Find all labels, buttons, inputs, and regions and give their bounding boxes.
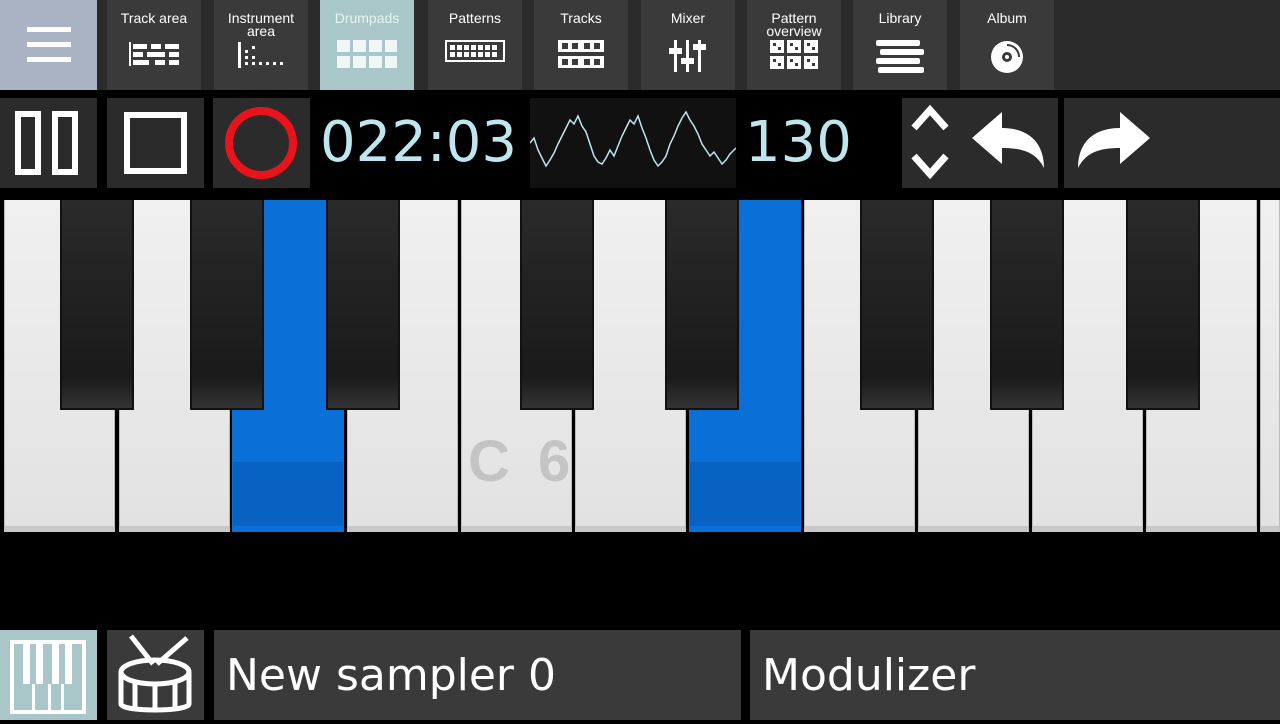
redo-button[interactable]	[1064, 98, 1164, 188]
effect-selector[interactable]: Modulizer	[750, 630, 1280, 720]
tab-label: Pattern overview	[747, 10, 841, 39]
piano-mode-button[interactable]	[0, 630, 97, 720]
black-key[interactable]	[520, 200, 594, 410]
undo-button[interactable]	[958, 98, 1058, 188]
tab-label: Drumpads	[334, 10, 400, 26]
undo-icon	[972, 112, 1044, 168]
tab-drumpads[interactable]: Drumpads	[320, 0, 414, 90]
tab-mixer[interactable]: Mixer	[641, 0, 735, 90]
black-key-active[interactable]	[740, 200, 800, 410]
instrument-selector[interactable]: New sampler 0	[214, 630, 741, 720]
drumpads-icon	[337, 40, 397, 68]
tracks-icon	[558, 40, 604, 68]
instrument-name: New sampler 0	[226, 650, 556, 701]
drum-mode-button[interactable]	[107, 630, 204, 720]
effect-name: Modulizer	[762, 650, 976, 701]
tab-label: Patterns	[448, 10, 502, 26]
black-key[interactable]	[860, 200, 934, 410]
bpm-display[interactable]: 130	[745, 108, 852, 178]
tab-patterns[interactable]: Patterns	[428, 0, 522, 90]
black-key[interactable]	[60, 200, 134, 410]
patterns-icon	[445, 40, 505, 62]
tab-label: Mixer	[670, 10, 706, 26]
tab-track-area[interactable]: Track area	[107, 0, 201, 90]
black-key[interactable]	[990, 200, 1064, 410]
black-key[interactable]	[190, 200, 264, 410]
pause-button[interactable]	[0, 98, 97, 188]
redo-icon	[1078, 112, 1150, 168]
record-icon	[225, 107, 297, 179]
tab-label: Album	[987, 10, 1027, 26]
mixer-icon	[669, 40, 706, 72]
album-icon	[991, 41, 1023, 73]
tab-label-text: Instrument area	[227, 10, 295, 39]
black-key-active[interactable]	[265, 200, 325, 410]
instrument-area-icon	[238, 42, 283, 68]
black-key[interactable]	[1126, 200, 1200, 410]
bpm-stepper[interactable]	[902, 98, 958, 188]
library-icon	[876, 40, 924, 73]
black-key[interactable]	[326, 200, 400, 410]
transport-spacer	[1164, 98, 1280, 188]
tab-album[interactable]: Album	[960, 0, 1054, 90]
tab-label: Library	[878, 10, 922, 26]
drum-icon	[118, 634, 192, 713]
waveform-display	[529, 98, 737, 188]
hamburger-menu-button[interactable]	[0, 0, 97, 90]
piano-keys-icon	[10, 640, 86, 714]
tab-label: Tracks	[560, 10, 602, 26]
stop-icon	[124, 112, 187, 174]
record-button[interactable]	[213, 98, 310, 188]
tab-label: Instrument area	[214, 10, 308, 39]
bottom-bar: New sampler 0 Modulizer	[0, 630, 1280, 720]
waveform-icon	[529, 110, 737, 168]
tab-instrument-area[interactable]: Instrument area	[214, 0, 308, 90]
tab-label-text: Pattern overview	[766, 10, 822, 39]
top-navigation: Track area Instrument area Drumpads Patt…	[0, 0, 1280, 90]
black-key[interactable]	[665, 200, 739, 410]
tab-library[interactable]: Library	[853, 0, 947, 90]
pause-icon	[15, 111, 78, 175]
transport-bar: 022:03 130	[0, 98, 1280, 188]
piano-keyboard: C 6	[0, 200, 1280, 532]
time-display[interactable]: 022:03	[320, 108, 517, 178]
octave-label: C 6	[468, 429, 577, 494]
white-key[interactable]	[1260, 200, 1280, 532]
tab-tracks[interactable]: Tracks	[534, 0, 628, 90]
tab-pattern-overview[interactable]: Pattern overview	[747, 0, 841, 90]
track-area-icon	[129, 42, 179, 66]
stop-button[interactable]	[107, 98, 204, 188]
pattern-overview-icon	[770, 40, 818, 69]
tab-label: Track area	[120, 10, 188, 26]
up-down-chevron-icon	[911, 104, 949, 180]
